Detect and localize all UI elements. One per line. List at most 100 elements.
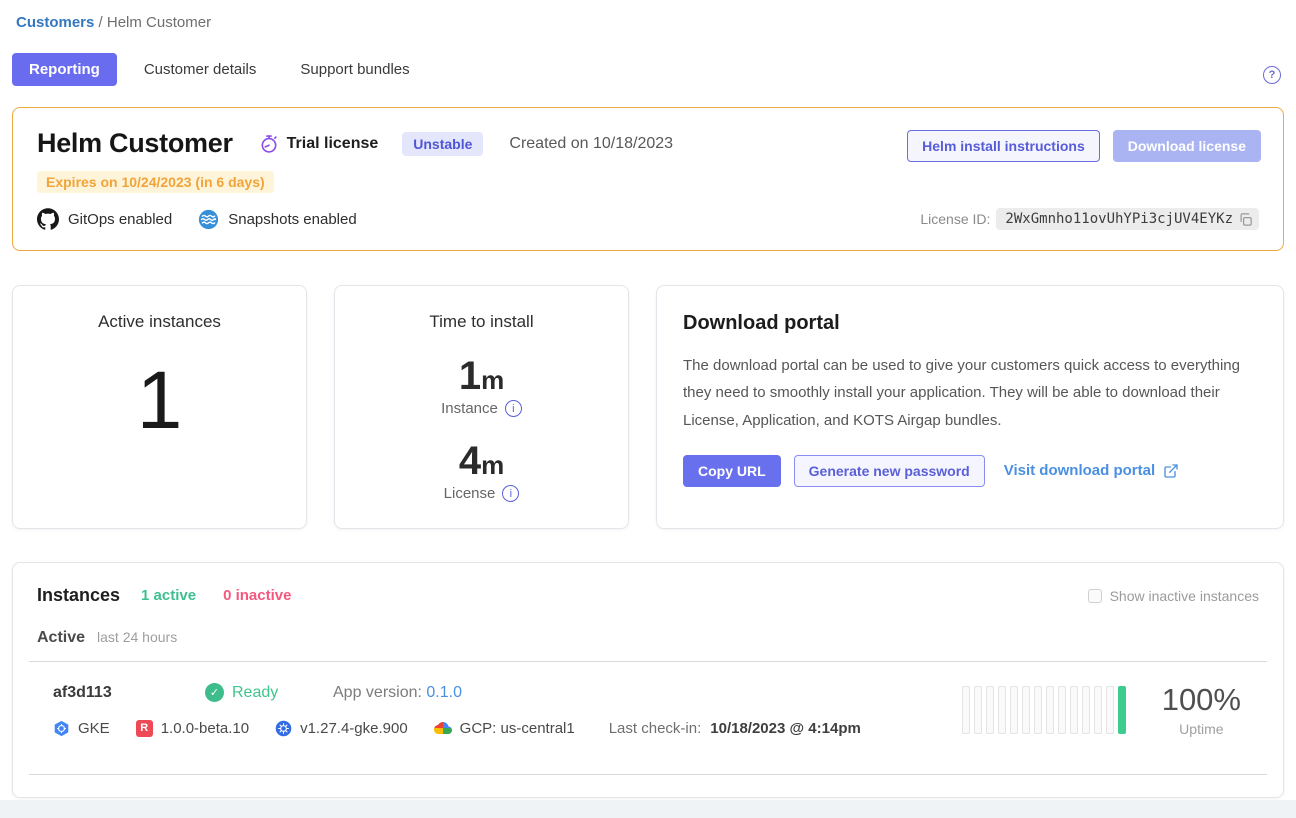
tab-reporting[interactable]: Reporting [12,53,117,86]
uptime-bar [1034,686,1042,734]
download-license-button[interactable]: Download license [1113,130,1261,162]
instance-row[interactable]: af3d113 ✓ Ready App version: 0.1.0 [13,662,1283,760]
active-instances-value: 1 [13,360,306,442]
gcp-icon [434,719,452,737]
license-type-label: Trial license [287,135,379,153]
breadcrumb-customers-link[interactable]: Customers [16,14,94,31]
instances-card: Instances 1 active 0 inactive Show inact… [12,562,1284,798]
active-section-range: last 24 hours [97,629,177,645]
time-to-install-card: Time to install 1m Instance i 4m License… [334,285,629,529]
last-checkin: Last check-in: 10/18/2023 @ 4:14pm [609,720,861,737]
instances-title: Instances [37,585,120,606]
uptime-bar [1046,686,1054,734]
ready-check-icon: ✓ [205,683,224,702]
uptime-bar [1094,686,1102,734]
show-inactive-label: Show inactive instances [1110,588,1259,604]
info-icon[interactable]: i [505,400,522,417]
expires-pill: Expires on 10/24/2023 (in 6 days) [37,171,274,193]
uptime-bar [986,686,994,734]
help-icon[interactable]: ? [1263,66,1281,84]
visit-download-portal-label: Visit download portal [1004,462,1155,479]
kots-version-badge: R 1.0.0-beta.10 [136,720,249,737]
tti-instance-label: Instance [441,400,498,417]
tti-instance-block: 1m Instance i [335,354,628,417]
k8s-version-label: v1.27.4-gke.900 [300,720,408,737]
tti-license-value: 4 [459,439,481,483]
gitops-feature: GitOps enabled [37,208,172,230]
breadcrumb-separator: / [94,14,107,31]
active-instances-card: Active instances 1 [12,285,307,529]
visit-download-portal-link[interactable]: Visit download portal [1004,462,1179,479]
tab-customer-details[interactable]: Customer details [127,53,274,86]
app-version-link[interactable]: 0.1.0 [426,684,462,701]
license-id-pill: 2WxGmnho11ovUhYPi3cjUV4EYKz [996,208,1259,230]
snapshots-icon [198,209,219,230]
breadcrumb: Customers / Helm Customer [12,0,1284,31]
uptime-label: Uptime [1162,721,1241,737]
tti-license-unit: m [481,450,504,480]
show-inactive-checkbox[interactable] [1088,589,1102,603]
replicated-icon: R [136,720,153,737]
github-icon [37,208,59,230]
download-portal-card: Download portal The download portal can … [656,285,1284,529]
channel-badge: Unstable [402,132,483,156]
external-link-icon [1163,463,1179,479]
active-section-label: Active [37,629,85,647]
instance-id: af3d113 [53,684,205,702]
cluster-label: GKE [78,720,110,737]
customer-title: Helm Customer [37,128,233,159]
download-portal-title: Download portal [683,312,1257,335]
snapshots-label: Snapshots enabled [228,211,356,228]
uptime-bar [1070,686,1078,734]
uptime-bar [1082,686,1090,734]
tti-license-label: License [444,485,496,502]
active-count: 1 active [141,587,196,604]
uptime-bar [974,686,982,734]
copy-icon[interactable] [1238,212,1253,227]
helm-install-instructions-button[interactable]: Helm install instructions [907,130,1100,162]
cloud-badge: GCP: us-central1 [434,719,575,737]
snapshots-feature: Snapshots enabled [198,209,356,230]
k8s-version-badge: v1.27.4-gke.900 [275,720,408,737]
uptime-bar [962,686,970,734]
uptime-bar [1022,686,1030,734]
license-id-label: License ID: [920,211,990,227]
copy-url-button[interactable]: Copy URL [683,455,781,487]
uptime-bars [962,686,1126,734]
generate-password-button[interactable]: Generate new password [794,455,985,487]
download-portal-description: The download portal can be used to give … [683,352,1255,434]
app-version-label: App version: [333,684,426,701]
created-on-text: Created on 10/18/2023 [509,135,673,153]
breadcrumb-current: Helm Customer [107,14,211,31]
tti-instance-unit: m [481,365,504,395]
license-summary-card: Helm Customer Trial license Unstable Cre… [12,107,1284,251]
uptime-bar [998,686,1006,734]
tab-support-bundles[interactable]: Support bundles [283,53,426,86]
inactive-count: 0 inactive [223,587,291,604]
cloud-label: GCP: us-central1 [460,720,575,737]
instance-status: Ready [232,684,278,702]
timer-icon [259,134,279,154]
page-background-strip [0,800,1296,818]
kubernetes-icon [275,720,292,737]
uptime-value: 100% [1162,683,1241,717]
cluster-badge: GKE [53,720,110,737]
kots-version-label: 1.0.0-beta.10 [161,720,249,737]
info-icon[interactable]: i [502,485,519,502]
gke-icon [53,720,70,737]
license-id-value: 2WxGmnho11ovUhYPi3cjUV4EYKz [1005,211,1233,227]
page: Customers / Helm Customer Reporting Cust… [0,0,1296,798]
tab-bar: Reporting Customer details Support bundl… [12,53,1284,86]
active-instances-title: Active instances [13,312,306,332]
last-checkin-label: Last check-in: [609,720,702,737]
time-to-install-title: Time to install [335,312,628,332]
tti-instance-value: 1 [459,354,481,398]
uptime-bar [1058,686,1066,734]
uptime-bar-active [1118,686,1126,734]
gitops-label: GitOps enabled [68,211,172,228]
license-type: Trial license [259,134,379,154]
tti-license-block: 4m License i [335,439,628,502]
uptime-bar [1010,686,1018,734]
uptime-bar [1106,686,1114,734]
last-checkin-value: 10/18/2023 @ 4:14pm [710,720,861,737]
